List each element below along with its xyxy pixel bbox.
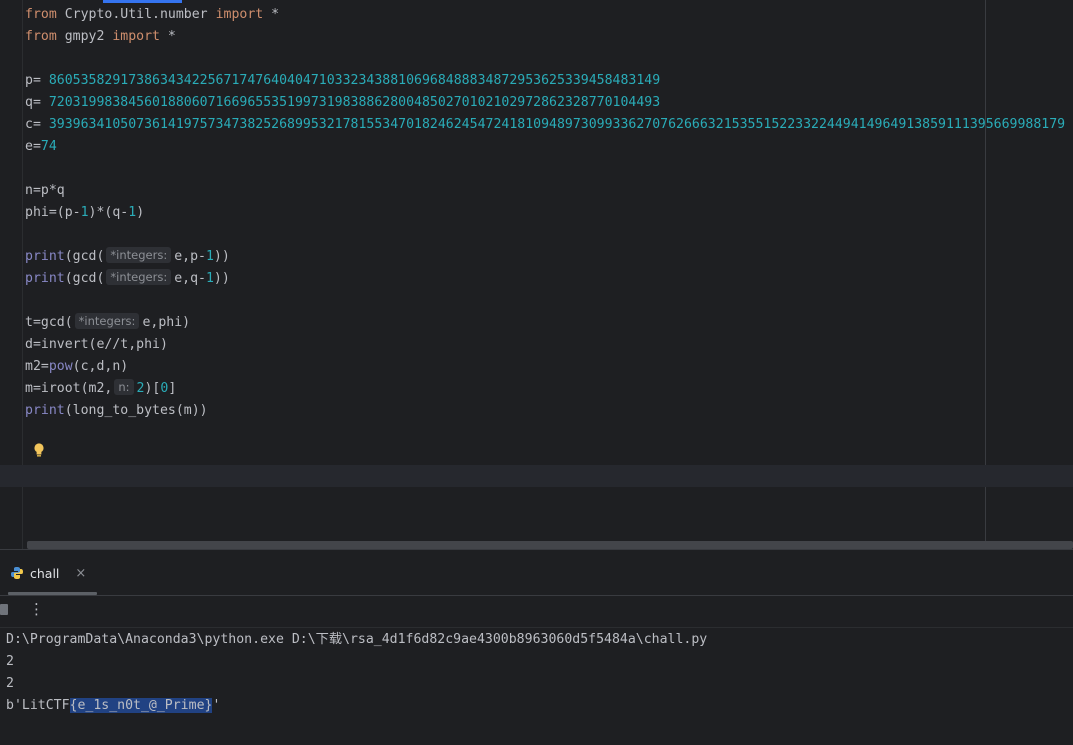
code-line-m2[interactable]: m2=pow(c,d,n) bbox=[25, 356, 1065, 378]
var-e: e= bbox=[25, 139, 41, 154]
code-line-blank[interactable] bbox=[25, 224, 1065, 246]
value-q: 7203199838456018806071669655351997319838… bbox=[48, 95, 661, 110]
module-name: gmpy2 bbox=[56, 29, 113, 44]
import-star: * bbox=[159, 29, 176, 44]
flag-prefix: b'LitCTF bbox=[6, 698, 70, 713]
close-icon[interactable]: × bbox=[75, 566, 86, 581]
builtin-print: print bbox=[25, 403, 65, 418]
console-command-line: D:\ProgramData\Anaconda3\python.exe D:\下… bbox=[6, 632, 708, 647]
module-name: Crypto.Util.number bbox=[56, 7, 216, 22]
args: e,p- bbox=[174, 249, 206, 264]
close-parens: )) bbox=[213, 249, 230, 264]
parameter-hint: *integers: bbox=[74, 313, 140, 329]
phi-part: phi=(p- bbox=[25, 205, 81, 220]
code-line-c[interactable]: c= 3939634105073614197573473825268995321… bbox=[25, 114, 1065, 136]
current-line-highlight bbox=[0, 465, 1073, 487]
import-star: * bbox=[263, 7, 280, 22]
builtin-print: print bbox=[25, 249, 65, 264]
code-editor[interactable]: from Crypto.Util.number import * from gm… bbox=[0, 0, 1073, 549]
stmt-n: n=p*q bbox=[25, 183, 65, 198]
code-line-blank[interactable] bbox=[25, 158, 1065, 180]
python-icon bbox=[11, 567, 23, 579]
code-line-n[interactable]: n=p*q bbox=[25, 180, 1065, 202]
code-line-print-gcd-q[interactable]: print(gcd(*integers: e,q-1)) bbox=[25, 268, 1065, 290]
call-gcd: (gcd( bbox=[64, 249, 105, 264]
args: e,q- bbox=[174, 271, 206, 286]
code-line-d[interactable]: d=invert(e//t,phi) bbox=[25, 334, 1065, 356]
phi-one: 1 bbox=[80, 205, 89, 220]
var-q: q= bbox=[25, 95, 49, 110]
code-lines[interactable]: from Crypto.Util.number import * from gm… bbox=[25, 4, 1065, 422]
run-tab-label: chall bbox=[30, 565, 60, 581]
horizontal-scrollbar[interactable] bbox=[27, 541, 1073, 549]
value-p: 8605358291738634342256717476404047103323… bbox=[48, 73, 661, 88]
args: e,phi) bbox=[142, 315, 191, 330]
parameter-hint: *integers: bbox=[106, 269, 172, 285]
var-m2: m2= bbox=[25, 359, 49, 374]
stop-icon[interactable] bbox=[0, 604, 8, 615]
console-output-line: 2 bbox=[6, 654, 14, 669]
lightbulb-icon[interactable] bbox=[32, 442, 46, 458]
code-line-import-gmpy2[interactable]: from gmpy2 import * bbox=[25, 26, 1065, 48]
console-output[interactable]: D:\ProgramData\Anaconda3\python.exe D:\下… bbox=[6, 629, 707, 717]
stmt-d: d=invert(e//t,phi) bbox=[25, 337, 168, 352]
code-line-import-crypto[interactable]: from Crypto.Util.number import * bbox=[25, 4, 1065, 26]
phi-part: ) bbox=[136, 205, 145, 220]
run-toolbar-divider bbox=[0, 595, 1073, 596]
more-options-icon[interactable]: ⋮ bbox=[29, 601, 44, 617]
index-close: ] bbox=[168, 381, 177, 396]
code-line-q[interactable]: q= 7203199838456018806071669655351997319… bbox=[25, 92, 1065, 114]
call-long-to-bytes: (long_to_bytes(m)) bbox=[64, 403, 208, 418]
index-open: )[ bbox=[144, 381, 161, 396]
var-c: c= bbox=[25, 117, 49, 132]
builtin-pow: pow bbox=[48, 359, 73, 374]
call-iroot: m=iroot(m2, bbox=[25, 381, 113, 396]
var-p: p= bbox=[25, 73, 49, 88]
phi-one: 1 bbox=[128, 205, 137, 220]
selected-text[interactable]: {e_1s_n0t_@_Prime} bbox=[69, 698, 213, 713]
keyword-from: from bbox=[25, 7, 57, 22]
console-output-line: 2 bbox=[6, 676, 14, 691]
console-divider bbox=[0, 627, 1073, 628]
active-tab-indicator bbox=[103, 0, 182, 3]
arg-one: 1 bbox=[205, 271, 214, 286]
builtin-print: print bbox=[25, 271, 65, 286]
code-line-e[interactable]: e=74 bbox=[25, 136, 1065, 158]
code-line-t[interactable]: t=gcd(*integers: e,phi) bbox=[25, 312, 1065, 334]
value-e: 74 bbox=[40, 139, 57, 154]
args: (c,d,n) bbox=[72, 359, 129, 374]
value-c: 3939634105073614197573473825268995321781… bbox=[48, 117, 1066, 132]
console-flag-line: b'LitCTF{e_1s_n0t_@_Prime}' bbox=[6, 695, 707, 717]
code-line-phi[interactable]: phi=(p-1)*(q-1) bbox=[25, 202, 1065, 224]
flag-suffix: ' bbox=[212, 698, 221, 713]
parameter-hint: *integers: bbox=[106, 247, 172, 263]
keyword-import: import bbox=[112, 29, 160, 44]
run-tab-chall[interactable]: chall × bbox=[10, 562, 86, 584]
keyword-import: import bbox=[215, 7, 264, 22]
keyword-from: from bbox=[25, 29, 57, 44]
code-line-blank[interactable] bbox=[25, 48, 1065, 70]
call-gcd: t=gcd( bbox=[25, 315, 73, 330]
parameter-hint: n: bbox=[114, 379, 134, 395]
code-line-print-bytes[interactable]: print(long_to_bytes(m)) bbox=[25, 400, 1065, 422]
code-line-p[interactable]: p= 8605358291738634342256717476404047103… bbox=[25, 70, 1065, 92]
run-tool-window: chall × ⋮ D:\ProgramData\Anaconda3\pytho… bbox=[0, 549, 1073, 745]
close-parens: )) bbox=[213, 271, 230, 286]
code-line-print-gcd-p[interactable]: print(gcd(*integers: e,p-1)) bbox=[25, 246, 1065, 268]
call-gcd: (gcd( bbox=[64, 271, 105, 286]
code-line-m[interactable]: m=iroot(m2, n: 2)[0] bbox=[25, 378, 1065, 400]
phi-part: )*(q- bbox=[88, 205, 129, 220]
arg-one: 1 bbox=[205, 249, 214, 264]
code-line-blank[interactable] bbox=[25, 290, 1065, 312]
